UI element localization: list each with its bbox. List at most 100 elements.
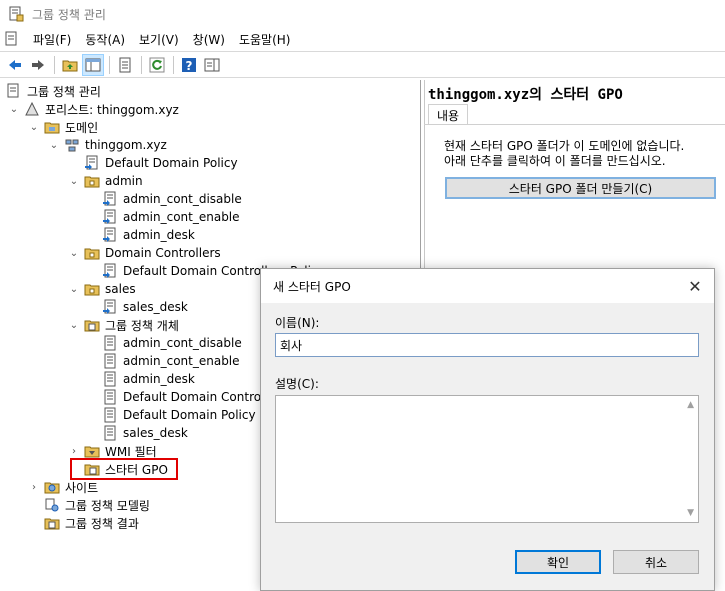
tree-item-results[interactable]: 그룹 정책 결과 [44,514,140,532]
menu-file[interactable]: 파일(F) [26,31,78,48]
tree-item-gpo[interactable]: admin_desk [102,370,196,388]
cancel-button[interactable]: 취소 [613,550,699,574]
action-pane-button[interactable] [201,54,223,76]
tree-label: admin_cont_disable [123,192,242,206]
tree-item-admin-cont-disable-link[interactable]: admin_cont_disable [102,190,243,208]
tree-item-domain-controllers-ou[interactable]: ⌄ Domain Controllers [68,244,222,262]
tree-item-gpo-container[interactable]: ⌄ 그룹 정책 개체 [68,316,180,334]
toolbar-separator [141,55,142,74]
action-pane-icon [204,58,220,71]
gpo-icon [104,335,116,351]
tree-item-gpo[interactable]: admin_cont_enable [102,352,241,370]
menu-help[interactable]: 도움말(H) [232,31,298,48]
scroll-down-icon[interactable]: ▼ [687,508,694,518]
system-menu-icon[interactable] [4,31,20,47]
comment-label: 설명(C): [275,377,319,391]
expand-chevron-icon[interactable]: › [28,482,40,493]
tree-item-admin-cont-enable-link[interactable]: admin_cont_enable [102,208,241,226]
tab-contents[interactable]: 내용 [428,104,469,124]
svg-text:?: ? [186,59,193,73]
new-starter-gpo-dialog: 새 스타터 GPO ✕ 이름(N): 설명(C): ▲ ▼ 확인 취소 [260,268,715,591]
properties-icon [119,57,131,72]
tree-item-root[interactable]: 그룹 정책 관리 [6,82,102,100]
tree-label: Domain Controllers [105,246,221,260]
collapse-chevron-icon[interactable]: ⌄ [68,176,80,187]
tree-label: 그룹 정책 관리 [27,84,101,99]
tree-label: 도메인 [65,120,99,135]
tree-label: Default Domain Policy [105,156,238,170]
menu-window[interactable]: 창(W) [186,31,232,48]
tree-label: admin_desk [123,372,195,386]
ou-folder-icon [84,248,100,260]
tree-item-gpo[interactable]: Default Domain Policy [102,406,257,424]
tree-item-sales-desk-link[interactable]: sales_desk [102,298,189,316]
tree-item-admin-desk-link[interactable]: admin_desk [102,226,196,244]
refresh-icon [149,57,165,72]
up-one-level-button[interactable] [59,54,81,76]
ou-folder-icon [84,284,100,296]
tree-label: Default Domain Policy [123,408,256,422]
tree-item-domain[interactable]: ⌄ thinggom.xyz [48,136,168,154]
collapse-chevron-icon[interactable]: ⌄ [28,122,40,133]
collapse-chevron-icon[interactable]: ⌄ [48,140,60,151]
details-title: thinggom.xyz의 스타터 GPO [428,87,623,103]
tree-item-gpo[interactable]: admin_cont_disable [102,334,243,352]
collapse-chevron-icon[interactable]: ⌄ [68,248,80,259]
tree-item-sites[interactable]: › 사이트 [28,478,99,496]
tree-item-gpo[interactable]: sales_desk [102,424,189,442]
menu-view[interactable]: 보기(V) [132,31,186,48]
collapse-chevron-icon[interactable]: ⌄ [68,320,80,331]
tree-item-default-domain-policy-link[interactable]: Default Domain Policy [84,154,239,172]
domains-folder-icon [44,122,60,134]
create-starter-gpo-folder-button[interactable]: 스타터 GPO 폴더 만들기(C) [445,177,716,199]
tree-item-forest[interactable]: ⌄ 포리스트: thinggom.xyz [8,100,180,118]
properties-button[interactable] [114,54,136,76]
show-hide-tree-button[interactable] [82,53,104,76]
tree-item-modeling[interactable]: 그룹 정책 모델링 [44,496,151,514]
ok-button[interactable]: 확인 [515,550,601,574]
toolbar-separator [109,55,110,74]
scroll-up-icon[interactable]: ▲ [687,400,694,410]
back-button[interactable] [4,54,26,76]
gpo-link-icon [103,299,116,314]
collapse-chevron-icon[interactable]: ⌄ [68,284,80,295]
gpo-link-icon [85,155,98,170]
menu-action[interactable]: 동작(A) [78,31,132,48]
gpo-icon [104,389,116,405]
gpo-link-icon [103,191,116,206]
tree-item-admin-ou[interactable]: ⌄ admin [68,172,144,190]
name-label: 이름(N): [275,316,320,330]
forward-button[interactable] [27,54,49,76]
window-titlebar: 그룹 정책 관리 [0,0,725,28]
name-input[interactable] [275,333,699,357]
sites-icon [44,482,60,494]
gpo-link-icon [103,209,116,224]
window-title: 그룹 정책 관리 [32,7,106,22]
tree-label: admin_cont_enable [123,210,240,224]
message-line: 아래 단추를 클릭하여 이 폴더를 만드십시오. [444,154,666,168]
expand-chevron-icon[interactable]: › [68,446,80,457]
back-arrow-icon [9,59,21,70]
gpmc-icon [7,83,19,98]
forward-arrow-icon [32,59,44,70]
tree-label: sales_desk [123,300,188,314]
dialog-titlebar: 새 스타터 GPO [261,269,714,303]
help-button[interactable]: ? [178,54,200,76]
forest-icon [25,101,39,116]
tree-item-sales-ou[interactable]: ⌄ sales [68,280,137,298]
tree-label: 포리스트: thinggom.xyz [45,102,179,117]
toolbar-separator [173,55,174,74]
close-icon[interactable]: ✕ [686,277,704,296]
gpo-icon [104,407,116,423]
comment-textarea[interactable]: ▲ ▼ [275,395,699,523]
gpo-link-icon [103,263,116,278]
tree-item-domains[interactable]: ⌄ 도메인 [28,118,99,136]
dialog-title: 새 스타터 GPO [273,279,351,294]
results-icon [44,518,60,530]
collapse-chevron-icon[interactable]: ⌄ [8,104,20,115]
menu-bar: 파일(F) 동작(A) 보기(V) 창(W) 도움말(H) [0,28,725,50]
gpo-link-icon [103,227,116,242]
refresh-button[interactable] [146,54,168,76]
tree-label: sales [105,282,136,296]
tree-label: admin [105,174,143,188]
